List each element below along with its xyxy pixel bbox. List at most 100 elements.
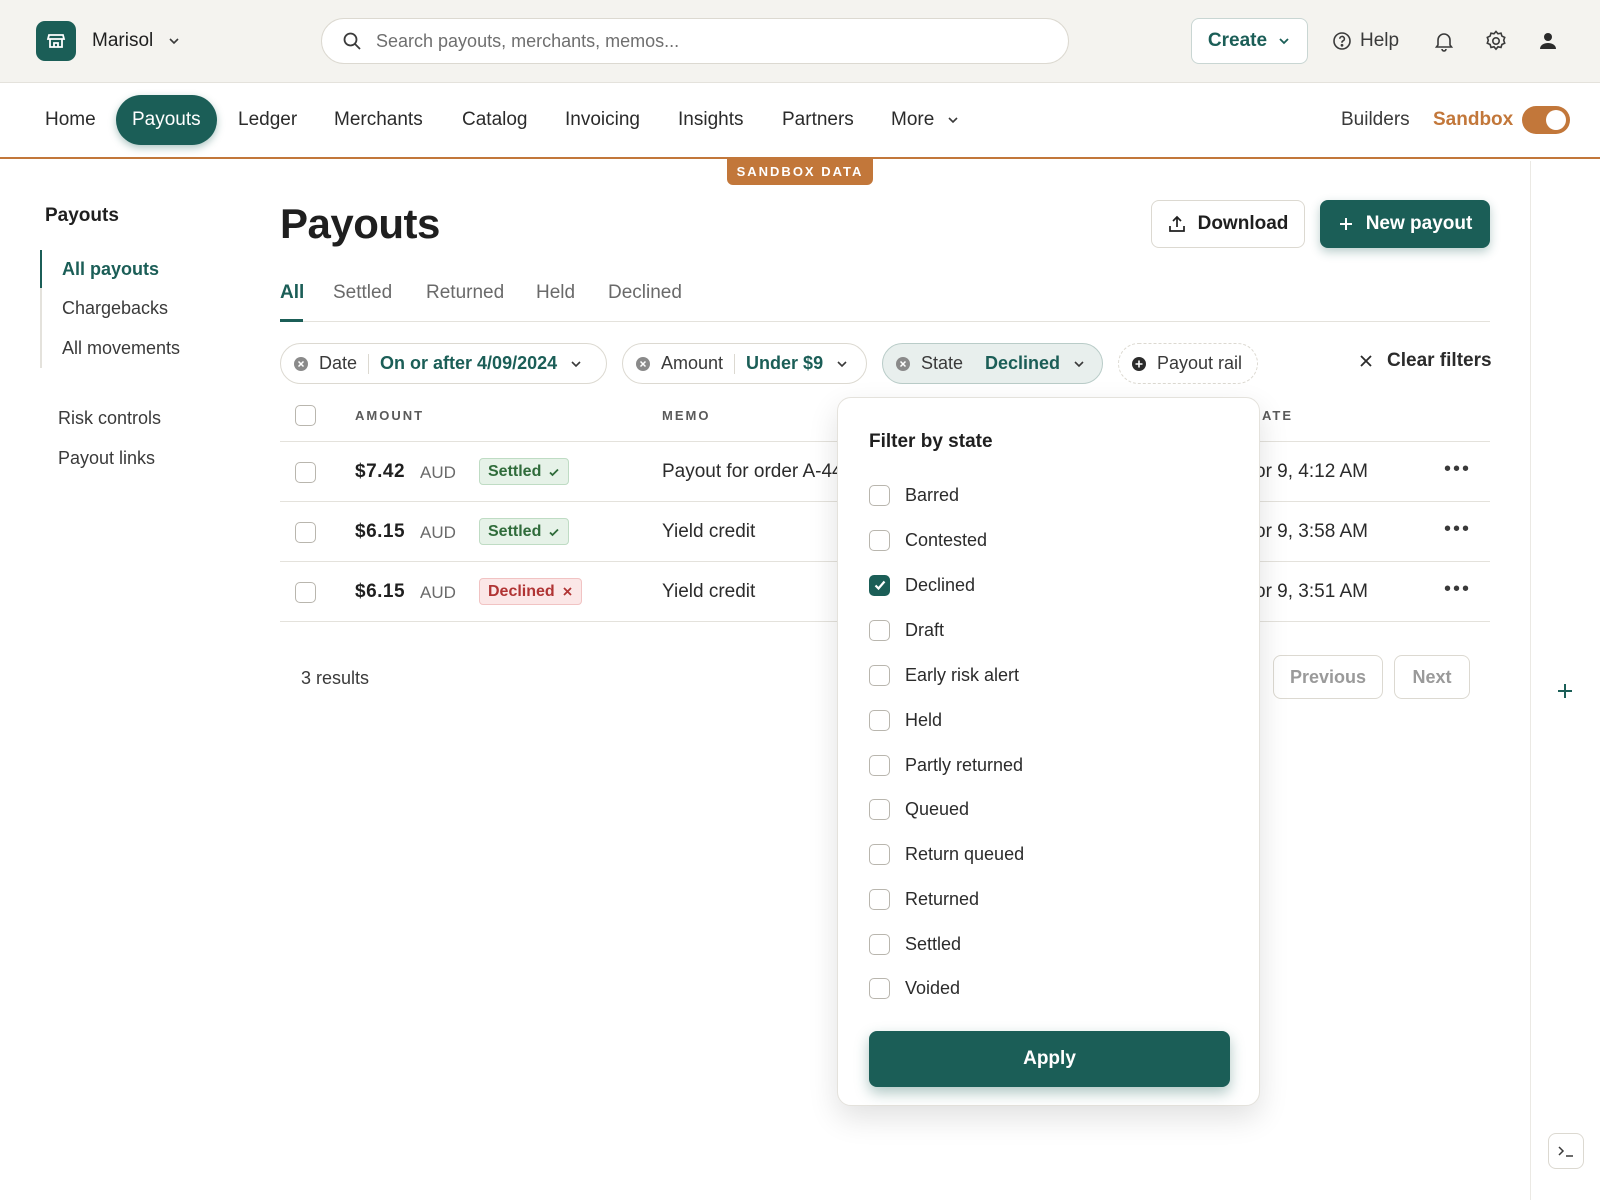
tab-settled[interactable]: Settled xyxy=(333,282,392,304)
date-filter-value: On or after 4/09/2024 xyxy=(380,353,558,373)
select-all-checkbox[interactable] xyxy=(295,405,316,426)
option-checkbox[interactable] xyxy=(869,484,890,506)
chevron-down-icon xyxy=(569,357,583,371)
tab-returned[interactable]: Returned xyxy=(426,282,504,304)
state-option-contested[interactable]: Contested xyxy=(869,527,987,553)
option-checkbox[interactable] xyxy=(869,754,890,776)
nav-home[interactable]: Home xyxy=(45,95,96,145)
payout-rail-filter-chip[interactable]: Payout rail xyxy=(1118,343,1258,384)
results-count: 3 results xyxy=(301,668,370,688)
sidebar-item-all-movements[interactable]: All movements xyxy=(62,338,180,359)
tab-declined[interactable]: Declined xyxy=(608,282,682,304)
option-checkbox[interactable] xyxy=(869,798,890,820)
amount-filter-chip[interactable]: Amount Under $9 xyxy=(622,343,867,384)
sandbox-toggle[interactable] xyxy=(1522,106,1570,134)
option-checkbox[interactable] xyxy=(869,574,890,596)
terminal-icon[interactable] xyxy=(1548,1133,1584,1169)
clear-filters-button[interactable]: Clear filters xyxy=(1359,350,1492,372)
sidebar-item-all-payouts[interactable]: All payouts xyxy=(62,259,159,280)
state-option-declined[interactable]: Declined xyxy=(869,572,975,598)
row-checkbox[interactable] xyxy=(295,582,316,603)
state-option-queued[interactable]: Queued xyxy=(869,796,969,822)
state-option-barred[interactable]: Barred xyxy=(869,482,959,508)
sidebar-item-risk-controls[interactable]: Risk controls xyxy=(58,408,161,429)
tab-all[interactable]: All xyxy=(280,282,304,304)
apply-button[interactable]: Apply xyxy=(869,1031,1230,1087)
popover-title: Filter by state xyxy=(869,431,993,452)
option-label: Held xyxy=(905,709,943,730)
bell-icon[interactable] xyxy=(1431,28,1457,54)
state-option-returned[interactable]: Returned xyxy=(869,886,979,912)
row-checkbox[interactable] xyxy=(295,522,316,543)
remove-filter-icon[interactable] xyxy=(293,356,309,372)
account-name: Marisol xyxy=(92,30,154,51)
state-option-voided[interactable]: Voided xyxy=(869,975,960,1001)
tab-held[interactable]: Held xyxy=(536,282,575,304)
nav-partners[interactable]: Partners xyxy=(782,95,854,145)
nav-ledger[interactable]: Ledger xyxy=(238,95,297,145)
nav-more[interactable]: More xyxy=(891,95,960,145)
more-options-icon[interactable]: ••• xyxy=(1444,578,1471,601)
state-filter-chip[interactable]: State Declined xyxy=(882,343,1103,384)
remove-filter-icon[interactable] xyxy=(895,356,911,372)
row-currency: AUD xyxy=(420,463,456,482)
new-payout-button[interactable]: New payout xyxy=(1320,200,1490,248)
download-button[interactable]: Download xyxy=(1151,200,1305,248)
state-option-draft[interactable]: Draft xyxy=(869,617,944,643)
row-amount: $6.15 xyxy=(355,581,406,602)
date-filter-chip[interactable]: Date On or after 4/09/2024 xyxy=(280,343,607,384)
gear-icon[interactable] xyxy=(1483,28,1509,54)
user-icon[interactable] xyxy=(1535,28,1561,54)
check-icon xyxy=(874,580,885,591)
row-memo: Yield credit xyxy=(662,521,756,542)
state-option-held[interactable]: Held xyxy=(869,707,942,733)
more-options-icon[interactable]: ••• xyxy=(1444,518,1471,541)
state-option-settled[interactable]: Settled xyxy=(869,931,961,957)
amount-filter-value: Under $9 xyxy=(746,353,824,373)
next-page-button[interactable]: Next xyxy=(1394,655,1470,699)
search-input[interactable] xyxy=(376,30,1016,52)
nav-catalog[interactable]: Catalog xyxy=(462,95,528,145)
option-checkbox[interactable] xyxy=(869,933,890,955)
option-checkbox[interactable] xyxy=(869,977,890,999)
help-button[interactable]: Help xyxy=(1332,26,1399,56)
remove-filter-icon[interactable] xyxy=(635,356,651,372)
state-option-partly-returned[interactable]: Partly returned xyxy=(869,752,1023,778)
account-switcher[interactable]: Marisol xyxy=(36,21,181,61)
state-option-return-queued[interactable]: Return queued xyxy=(869,841,1024,867)
check-icon xyxy=(548,526,560,538)
status-tabs: All Settled Returned Held Declined xyxy=(280,278,1490,322)
row-memo: Payout for order A-44 xyxy=(662,461,842,482)
plus-icon[interactable] xyxy=(1555,681,1575,701)
status-badge-label: Declined xyxy=(488,582,555,600)
option-checkbox[interactable] xyxy=(869,619,890,641)
create-button[interactable]: Create xyxy=(1191,18,1308,64)
status-badge: Settled xyxy=(479,518,570,545)
state-option-early-risk-alert[interactable]: Early risk alert xyxy=(869,662,1019,688)
option-checkbox[interactable] xyxy=(869,529,890,551)
status-badge: Declined xyxy=(479,578,582,605)
option-checkbox[interactable] xyxy=(869,664,890,686)
row-date: or 9, 3:51 AM xyxy=(1255,581,1369,602)
column-header-memo: MEMO xyxy=(662,408,711,423)
sidebar-payouts-group: All payouts Chargebacks All movements xyxy=(40,250,240,368)
search-bar[interactable] xyxy=(321,18,1069,64)
builders-link[interactable]: Builders xyxy=(1341,95,1410,145)
sidebar-item-chargebacks[interactable]: Chargebacks xyxy=(62,298,168,319)
option-checkbox[interactable] xyxy=(869,888,890,910)
nav-payouts[interactable]: Payouts xyxy=(116,95,217,145)
option-label: Declined xyxy=(905,574,976,595)
option-checkbox[interactable] xyxy=(869,843,890,865)
option-label: Contested xyxy=(905,529,988,550)
option-label: Early risk alert xyxy=(905,664,1020,685)
nav-invoicing[interactable]: Invoicing xyxy=(565,95,640,145)
nav-insights[interactable]: Insights xyxy=(678,95,743,145)
nav-merchants[interactable]: Merchants xyxy=(334,95,423,145)
option-checkbox[interactable] xyxy=(869,709,890,731)
upload-icon xyxy=(1168,215,1186,233)
previous-page-button[interactable]: Previous xyxy=(1273,655,1383,699)
more-options-icon[interactable]: ••• xyxy=(1444,458,1471,481)
option-label: Settled xyxy=(905,933,962,954)
row-checkbox[interactable] xyxy=(295,462,316,483)
sidebar-item-payout-links[interactable]: Payout links xyxy=(58,448,155,469)
